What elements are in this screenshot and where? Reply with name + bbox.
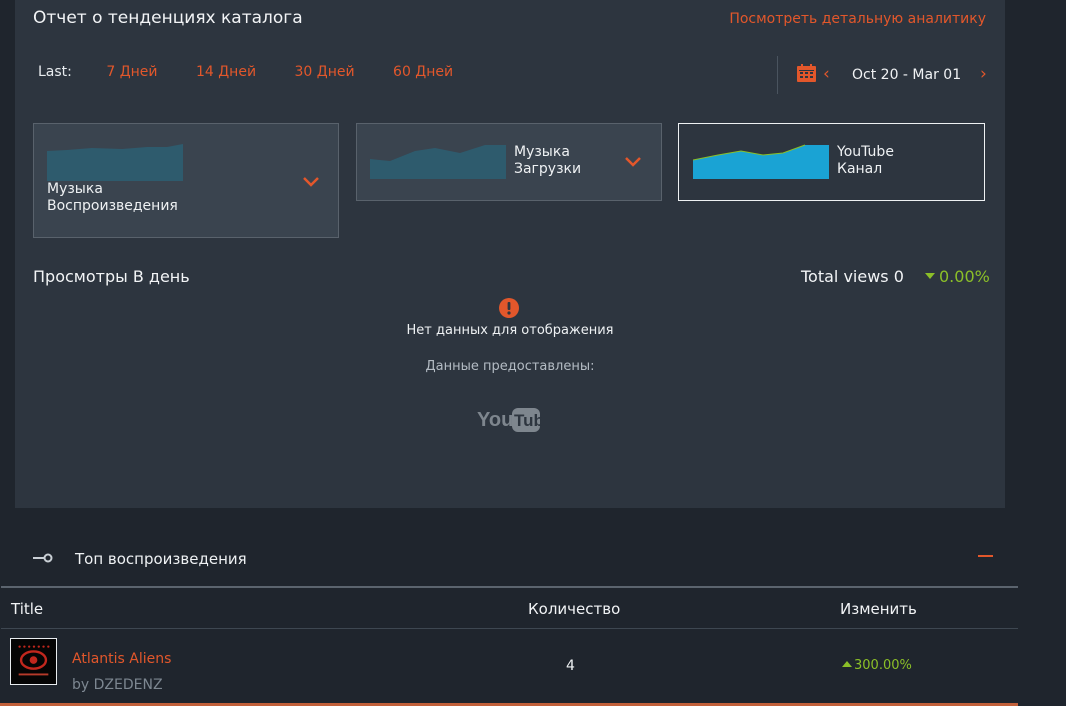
svg-text:Tube: Tube — [514, 411, 542, 430]
range-selector: Last: 7 Дней 14 Дней 30 Дней 60 Дней — [38, 64, 487, 80]
date-range-picker[interactable]: ‹ Oct 20 - Mar 01 › — [777, 56, 998, 94]
chevron-down-icon[interactable] — [302, 176, 320, 188]
svg-text:You: You — [477, 409, 513, 431]
chevron-right-icon[interactable]: › — [980, 64, 987, 84]
column-header-count[interactable]: Количество — [528, 600, 620, 618]
catalog-trend-report: Отчет о тенденциях каталога Посмотреть д… — [15, 0, 1005, 508]
card-sparkline — [47, 144, 183, 181]
card-youtube-channel[interactable]: YouTube Канал — [678, 123, 985, 201]
range-14-days[interactable]: 14 Дней — [196, 64, 256, 80]
track-change: 300.00% — [842, 658, 912, 673]
column-header-title[interactable]: Title — [11, 600, 43, 618]
views-per-day-title: Просмотры В день — [33, 267, 190, 286]
arrow-down-icon — [925, 273, 935, 279]
chevron-left-icon[interactable]: ‹ — [823, 64, 830, 84]
card-label: YouTube Канал — [837, 144, 894, 177]
range-label: Last: — [38, 64, 72, 80]
card-sparkline — [370, 145, 506, 179]
total-views: Total views 0 — [801, 267, 904, 286]
detailed-analytics-link[interactable]: Посмотреть детальную аналитику — [729, 11, 986, 27]
card-label: Музыка Воспроизведения — [47, 181, 178, 214]
calendar-icon[interactable] — [797, 64, 816, 82]
youtube-logo: You Tube — [477, 408, 542, 432]
range-7-days[interactable]: 7 Дней — [106, 64, 157, 80]
top-plays-title: Топ воспроизведения — [75, 550, 247, 568]
arrow-up-icon — [842, 661, 852, 667]
card-sparkline — [693, 144, 829, 179]
connector-icon — [33, 553, 53, 563]
card-music-plays[interactable]: Музыка Воспроизведения — [33, 123, 339, 238]
range-60-days[interactable]: 60 Дней — [393, 64, 453, 80]
card-music-downloads[interactable]: Музыка Загрузки — [356, 123, 662, 201]
album-art — [10, 638, 57, 685]
track-title-link[interactable]: Atlantis Aliens — [72, 651, 171, 667]
track-artist: by DZEDENZ — [72, 677, 163, 693]
chevron-down-icon[interactable] — [624, 156, 642, 168]
warning-icon — [499, 298, 519, 318]
page-title: Отчет о тенденциях каталога — [33, 8, 303, 28]
range-30-days[interactable]: 30 Дней — [295, 64, 355, 80]
no-data-message: Нет данных для отображения — [406, 323, 614, 338]
table-divider — [1, 628, 1018, 629]
track-count: 4 — [566, 658, 575, 674]
views-change: 0.00% — [925, 267, 990, 286]
column-header-change[interactable]: Изменить — [840, 600, 917, 618]
card-label: Музыка Загрузки — [514, 144, 582, 177]
date-range-text: Oct 20 - Mar 01 — [852, 67, 962, 83]
collapse-button[interactable] — [978, 555, 993, 557]
table-divider — [1, 586, 1018, 588]
data-provided-by: Данные предоставлены: — [425, 359, 595, 374]
app-root: Отчет о тенденциях каталога Посмотреть д… — [0, 0, 1066, 706]
